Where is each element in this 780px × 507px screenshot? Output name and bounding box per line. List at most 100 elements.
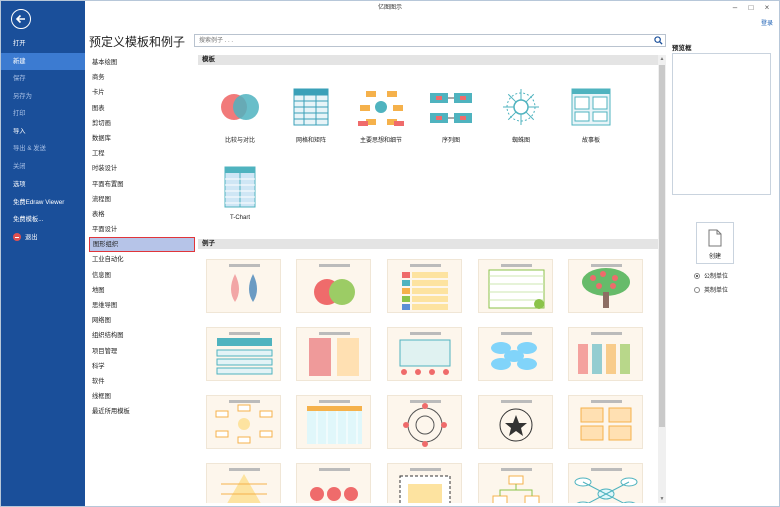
example-thumbnail[interactable]	[568, 463, 643, 503]
example-thumbnail[interactable]	[478, 463, 553, 503]
category-item[interactable]: 数据库	[89, 131, 195, 146]
login-link[interactable]: 登录	[761, 18, 773, 27]
scroll-up-icon[interactable]: ▲	[658, 55, 666, 63]
category-list: 基本绘图 商务 卡片 图表 剪切画 数据库 工程 时装设计 平面布置图 流程图 表格 平面设计 图形组织…	[89, 55, 195, 420]
sidebar-item-label: 选项	[13, 181, 26, 188]
sidebar-item-label: 免费Edraw Viewer	[13, 198, 65, 206]
gallery-scrollbar[interactable]: ▲ ▼	[658, 55, 666, 503]
metric-units-label: 公制单位	[704, 274, 729, 280]
category-item[interactable]: 地图	[89, 283, 195, 298]
examples-grid	[198, 249, 658, 503]
imperial-units-radio[interactable]: 英制单位	[694, 285, 728, 294]
radio-dot[interactable]	[694, 286, 700, 293]
maximize-icon[interactable]: □	[743, 1, 759, 15]
backstage-sidebar: 打开 新建 保存 另存为打印导入导出 & 发送关闭选项免费Edraw Viewer 免费…	[1, 1, 85, 506]
example-thumbnail[interactable]	[568, 327, 643, 381]
category-item[interactable]: 最近所用模板	[89, 404, 195, 419]
template-tile[interactable]: 网格和矩阵	[276, 85, 346, 144]
category-item[interactable]: 图表	[89, 101, 195, 116]
sidebar-item-label: 导入	[13, 127, 26, 135]
example-thumbnail[interactable]	[296, 327, 371, 381]
example-thumbnail[interactable]	[387, 463, 462, 503]
category-item[interactable]: 工业自动化	[89, 252, 195, 267]
back-button[interactable]	[11, 9, 31, 29]
sidebar-item[interactable]: 关闭	[1, 158, 85, 176]
scrollbar-thumb[interactable]	[659, 65, 665, 427]
sidebar-item[interactable]: 导入	[1, 123, 85, 141]
template-tile[interactable]: 序列图	[416, 85, 486, 144]
sidebar-item-label: 打印	[13, 110, 26, 117]
template-tile[interactable]: 主要思想和细节	[346, 85, 416, 144]
sidebar-item[interactable]: 导出 & 发送	[1, 140, 85, 158]
templates-header: 模板	[198, 55, 658, 65]
sidebar-item[interactable]: 免费模板...	[1, 211, 85, 229]
sidebar-item[interactable]: 新建	[1, 52, 85, 70]
example-thumbnail[interactable]	[478, 327, 553, 381]
example-thumbnail[interactable]	[478, 259, 553, 313]
close-icon[interactable]: ×	[759, 1, 775, 15]
radio-dot[interactable]	[694, 272, 700, 279]
template-thumbnail	[426, 85, 476, 129]
category-item[interactable]: 平面布置图	[89, 177, 195, 192]
category-item[interactable]: 流程图	[89, 192, 195, 207]
template-label: 网格和矩阵	[295, 138, 326, 144]
templates-grid: 比较与对比 网格和矩阵 主要思想和细节 序列图 蜘蛛图 故事板 T-Chart	[198, 65, 658, 239]
example-thumbnail[interactable]	[296, 463, 371, 503]
category-item[interactable]: 信息图	[89, 268, 195, 283]
sidebar-item[interactable]: 免费Edraw Viewer	[1, 194, 85, 212]
category-item[interactable]: 线框图	[89, 389, 195, 404]
sidebar-item[interactable]: 退出	[1, 229, 85, 247]
example-thumbnail[interactable]	[387, 395, 462, 449]
sidebar-item[interactable]: 打开	[1, 35, 85, 53]
title-bar: 亿图图示	[1, 1, 779, 15]
arrow-left-icon	[15, 14, 25, 24]
category-item[interactable]: 工程	[89, 146, 195, 161]
category-item[interactable]: 科学	[89, 359, 195, 374]
category-item[interactable]: 图形组织	[89, 237, 195, 253]
scroll-down-icon[interactable]: ▼	[658, 495, 666, 503]
template-label: 比较与对比	[224, 138, 255, 144]
category-item[interactable]: 商务	[89, 70, 195, 85]
create-button[interactable]: 创建	[696, 222, 734, 264]
template-tile[interactable]: T-Chart	[205, 165, 275, 221]
example-thumbnail[interactable]	[296, 259, 371, 313]
category-item[interactable]: 网络图	[89, 313, 195, 328]
category-item[interactable]: 卡片	[89, 85, 195, 100]
category-item[interactable]: 项目管理	[89, 344, 195, 359]
example-thumbnail[interactable]	[387, 327, 462, 381]
preview-label: 预览框	[672, 45, 692, 52]
example-thumbnail[interactable]	[568, 259, 643, 313]
example-thumbnail[interactable]	[478, 395, 553, 449]
category-item[interactable]: 剪切画	[89, 116, 195, 131]
minimize-icon[interactable]: –	[727, 1, 743, 15]
example-thumbnail[interactable]	[206, 327, 281, 381]
search-input[interactable]	[195, 35, 635, 46]
template-tile[interactable]: 蜘蛛图	[486, 85, 556, 144]
category-item[interactable]: 平面设计	[89, 222, 195, 237]
example-thumbnail[interactable]	[296, 395, 371, 449]
sidebar-item[interactable]: 另存为	[1, 88, 85, 106]
search-icon[interactable]	[654, 36, 663, 45]
sidebar-item[interactable]: 打印	[1, 105, 85, 123]
category-item[interactable]: 表格	[89, 207, 195, 222]
sidebar-item-label: 关闭	[13, 162, 26, 170]
category-item[interactable]: 基本绘图	[89, 55, 195, 70]
category-item[interactable]: 时装设计	[89, 161, 195, 176]
metric-units-radio[interactable]: 公制单位	[694, 271, 728, 280]
example-thumbnail[interactable]	[387, 259, 462, 313]
category-item[interactable]: 软件	[89, 374, 195, 389]
sidebar-menu: 打开 新建 保存 另存为打印导入导出 & 发送关闭选项免费Edraw Viewer 免费…	[1, 35, 85, 246]
template-tile[interactable]: 比较与对比	[205, 85, 275, 144]
template-thumbnail	[215, 165, 265, 209]
category-item[interactable]: 组织结构图	[89, 328, 195, 343]
example-thumbnail[interactable]	[206, 463, 281, 503]
example-thumbnail[interactable]	[568, 395, 643, 449]
category-item[interactable]: 思维导图	[89, 298, 195, 313]
exit-icon	[13, 233, 21, 242]
template-label: 蜘蛛图	[511, 138, 530, 144]
example-thumbnail[interactable]	[206, 259, 281, 313]
example-thumbnail[interactable]	[206, 395, 281, 449]
sidebar-item[interactable]: 保存	[1, 70, 85, 88]
template-tile[interactable]: 故事板	[556, 85, 626, 144]
sidebar-item[interactable]: 选项	[1, 176, 85, 194]
